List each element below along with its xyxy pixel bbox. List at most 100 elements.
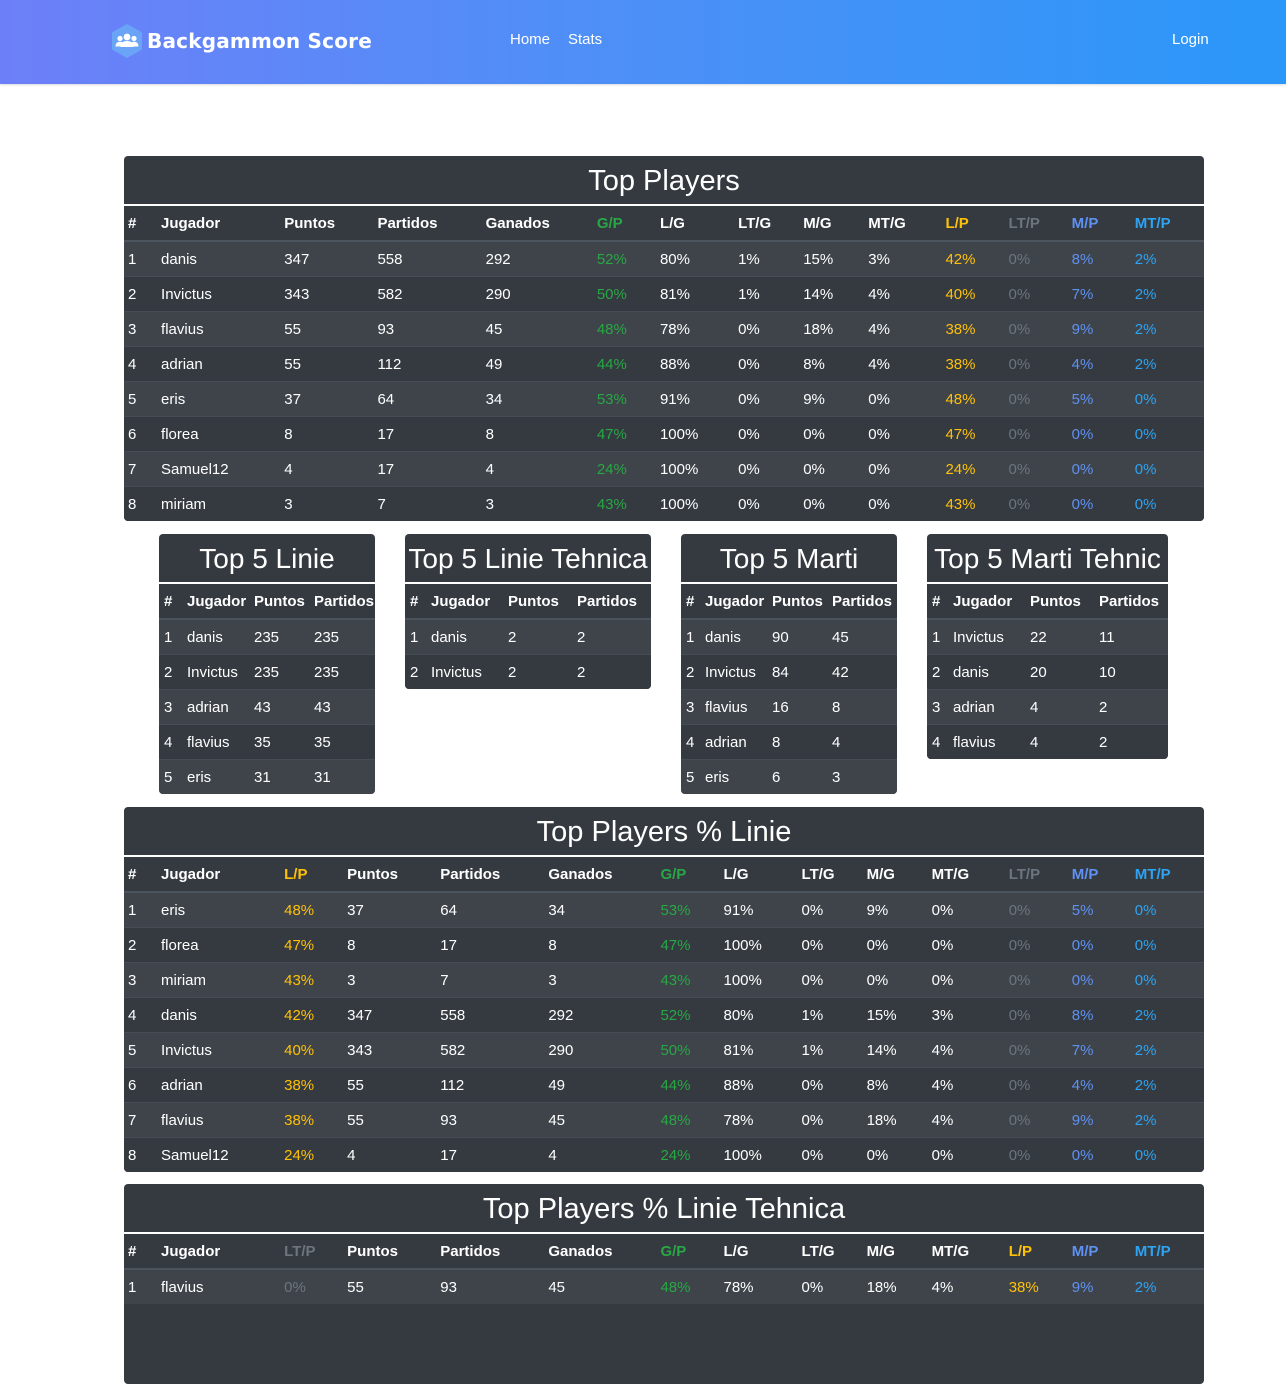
- table-cell: 38%: [941, 311, 1005, 347]
- table-row: 5 eris 31 31: [159, 759, 375, 794]
- column-header: G/P: [656, 1234, 720, 1270]
- table-row: 4 flavius 35 35: [159, 724, 375, 760]
- table-cell: 2: [503, 654, 572, 689]
- table-cell: 8%: [1067, 997, 1131, 1033]
- table-cell: 45: [544, 1268, 657, 1304]
- table-cell: 0%: [1067, 962, 1131, 998]
- table-cell: Invictus: [182, 654, 249, 690]
- table-cell: 2%: [1130, 997, 1204, 1033]
- table-cell: 4: [681, 724, 700, 760]
- table-cell: 4: [827, 724, 897, 760]
- table-row: 4 danis 42% 347 558 292 52% 80% 1% 15% 3% 0% 8% 2%: [124, 997, 1204, 1033]
- table-cell: 48%: [656, 1268, 720, 1304]
- table-cell: 47%: [656, 927, 720, 963]
- table-row: 3 flavius 16 8: [681, 689, 897, 725]
- table-cell: 4%: [1067, 346, 1131, 382]
- table-cell: 20: [1025, 654, 1094, 690]
- table-cell: 0%: [1004, 381, 1068, 417]
- table-cell: 112: [436, 1067, 545, 1103]
- table-cell: 0%: [734, 381, 800, 417]
- table-cell: adrian: [700, 724, 767, 760]
- table-cell: 0%: [734, 311, 800, 347]
- column-header: #: [124, 206, 158, 242]
- table-cell: 112: [373, 346, 482, 382]
- table-cell: 2%: [1130, 311, 1204, 347]
- table-cell: 9%: [799, 381, 865, 417]
- table-cell: 0%: [1130, 927, 1204, 963]
- table-cell: Samuel12: [157, 1137, 281, 1172]
- column-header: Partidos: [436, 1234, 545, 1270]
- column-header: Puntos: [503, 584, 572, 620]
- table-cell: 0%: [797, 1102, 863, 1138]
- table-cell: 38%: [941, 346, 1005, 382]
- table-cell: 1%: [797, 997, 863, 1033]
- table-cell: 2: [124, 927, 158, 963]
- top-players-linie-title: Top Players % Linie: [124, 807, 1204, 857]
- table-cell: 0%: [1004, 416, 1068, 452]
- column-header: L/G: [719, 1234, 798, 1270]
- column-header: M/G: [862, 1234, 928, 1270]
- column-header: Puntos: [249, 584, 309, 620]
- table-cell: 24%: [656, 1137, 720, 1172]
- top-players-linie-tehnica-table: # Jugador LT/P Puntos Partidos Ganados G/P L/G L…: [124, 1234, 1204, 1304]
- table-cell: Samuel12: [157, 451, 281, 487]
- top-players-title: Top Players: [124, 156, 1204, 206]
- table-cell: 0%: [1067, 486, 1131, 521]
- table-cell: 0%: [1130, 891, 1204, 928]
- column-header: LT/G: [797, 1234, 863, 1270]
- table-cell: 45: [827, 618, 897, 655]
- table-cell: 3: [159, 689, 182, 725]
- table-cell: 8: [343, 927, 437, 963]
- table-cell: flavius: [157, 1268, 281, 1304]
- table-cell: 290: [481, 276, 593, 312]
- table-cell: 49: [481, 346, 593, 382]
- table-row: 7 Samuel12 4 17 4 24% 100% 0% 0% 0% 24% 0% 0% 0%: [124, 451, 1204, 487]
- table-cell: 8%: [862, 1067, 928, 1103]
- table-cell: 0%: [1004, 997, 1068, 1033]
- nav-home-link[interactable]: Home: [510, 31, 550, 48]
- table-cell: 44%: [592, 346, 656, 382]
- table-cell: 45: [481, 311, 593, 347]
- column-header: L/P: [1004, 1234, 1068, 1270]
- column-header: L/G: [719, 857, 798, 893]
- table-cell: florea: [157, 927, 281, 963]
- table-cell: 0%: [1067, 1137, 1131, 1172]
- table-cell: flavius: [182, 724, 249, 760]
- column-header: M/P: [1067, 857, 1131, 893]
- table-cell: 2: [1094, 689, 1168, 725]
- table-row: 2 Invictus 2 2: [405, 654, 651, 689]
- table-cell: 52%: [592, 240, 656, 277]
- table-cell: 1%: [734, 240, 800, 277]
- table-cell: 0%: [799, 416, 865, 452]
- table-row: 5 eris 6 3: [681, 759, 897, 794]
- table-cell: 5: [124, 1032, 158, 1068]
- table-cell: 24%: [592, 451, 656, 487]
- table-cell: 1: [927, 618, 948, 655]
- brand[interactable]: Backgammon Score: [110, 23, 372, 59]
- table-cell: 43%: [280, 962, 344, 998]
- table-cell: 0%: [797, 1067, 863, 1103]
- table-cell: danis: [157, 240, 281, 277]
- table-cell: 7: [124, 451, 158, 487]
- column-header: Partidos: [1094, 584, 1168, 620]
- table-cell: Invictus: [948, 618, 1025, 655]
- column-header: #: [159, 584, 182, 620]
- table-cell: eris: [700, 759, 767, 794]
- table-cell: 0%: [1004, 927, 1068, 963]
- table-cell: 40%: [280, 1032, 344, 1068]
- table-cell: 0%: [799, 451, 865, 487]
- header-row: # Jugador Puntos Partidos: [405, 584, 651, 620]
- table-cell: 7%: [1067, 1032, 1131, 1068]
- column-header: Puntos: [343, 1234, 437, 1270]
- top-players-card: Top Players # Jugador Puntos Partidos Ganados…: [124, 156, 1204, 521]
- nav-login-link[interactable]: Login: [1172, 31, 1209, 48]
- column-header: Jugador: [157, 857, 281, 893]
- table-row: 1 danis 235 235: [159, 618, 375, 655]
- column-header: #: [927, 584, 948, 620]
- table-cell: 292: [544, 997, 657, 1033]
- table-cell: 1: [124, 891, 158, 928]
- table-cell: 100%: [655, 486, 735, 521]
- nav-stats-link[interactable]: Stats: [568, 31, 602, 48]
- table-cell: 2%: [1130, 346, 1204, 382]
- table-cell: 80%: [655, 240, 735, 277]
